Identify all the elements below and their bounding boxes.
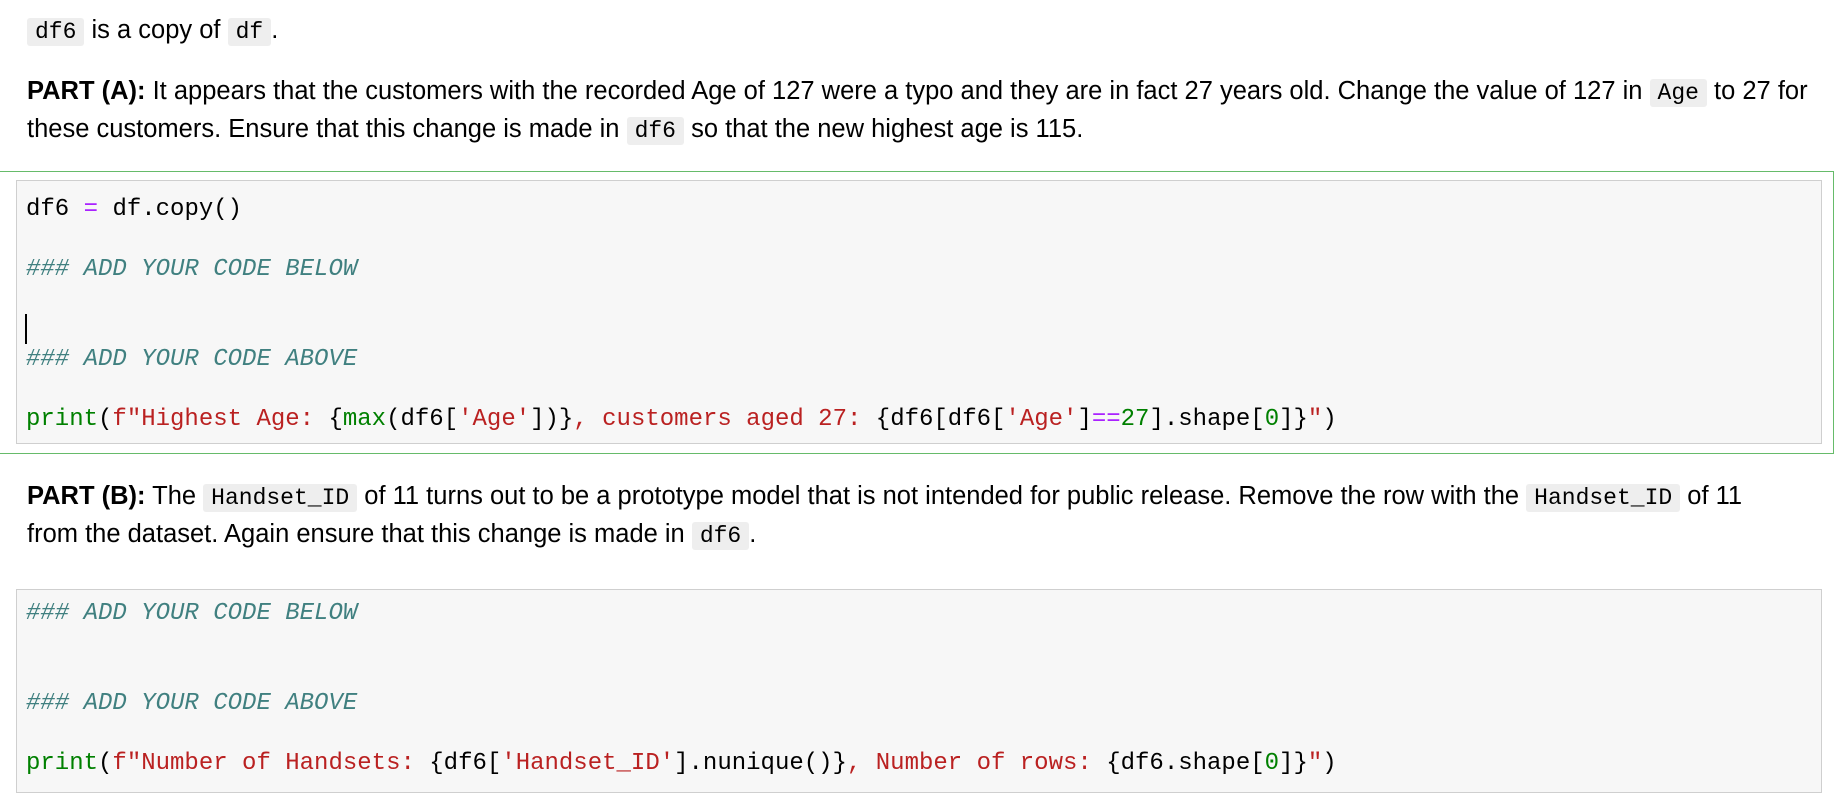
intro-text: df6 is a copy of df.: [27, 12, 278, 50]
code-comment-below: ### ADD YOUR CODE BELOW: [26, 600, 358, 627]
part-b-line-2: from the dataset. Again ensure that this…: [27, 520, 757, 550]
inline-code-handset-id: Handset_ID: [203, 484, 358, 512]
inline-code-age: Age: [1649, 79, 1707, 107]
code-comment-below: ### ADD YOUR CODE BELOW: [26, 256, 358, 283]
code-line: df6 = df.copy(): [26, 196, 243, 223]
inline-code-df6: df6: [27, 18, 85, 46]
part-b-text: PART (B): The Handset_ID of 11 turns out…: [27, 478, 1827, 554]
inline-code-df: df: [227, 18, 272, 46]
cell-prompt-marker: [0, 609, 3, 615]
part-a-text: PART (A): It appears that the customers …: [27, 73, 1827, 149]
part-a-line-1: PART (A): It appears that the customers …: [27, 77, 1808, 107]
inline-code-handset-id: Handset_ID: [1526, 484, 1681, 512]
text-cursor: [25, 314, 27, 344]
code-editor-2[interactable]: ### ADD YOUR CODE BELOW ### ADD YOUR COD…: [16, 589, 1822, 793]
code-editor-1[interactable]: df6 = df.copy() ### ADD YOUR CODE BELOW …: [16, 180, 1822, 444]
code-line-print: print(f"Highest Age: {max(df6['Age'])}, …: [26, 406, 1337, 433]
inline-code-df6: df6: [626, 117, 684, 145]
code-cell-2[interactable]: [0, 589, 16, 789]
code-line-print: print(f"Number of Handsets: {df6['Handse…: [26, 750, 1337, 777]
part-b-label: PART (B):: [27, 482, 146, 510]
part-b-line-1: PART (B): The Handset_ID of 11 turns out…: [27, 482, 1743, 512]
code-comment-above: ### ADD YOUR CODE ABOVE: [26, 346, 358, 373]
cell-prompt-marker: [0, 180, 3, 186]
inline-code-df6: df6: [691, 522, 750, 550]
part-a-label: PART (A):: [27, 77, 146, 105]
code-comment-above: ### ADD YOUR CODE ABOVE: [26, 690, 358, 717]
part-a-line-2: these customers. Ensure that this change…: [27, 115, 1084, 145]
